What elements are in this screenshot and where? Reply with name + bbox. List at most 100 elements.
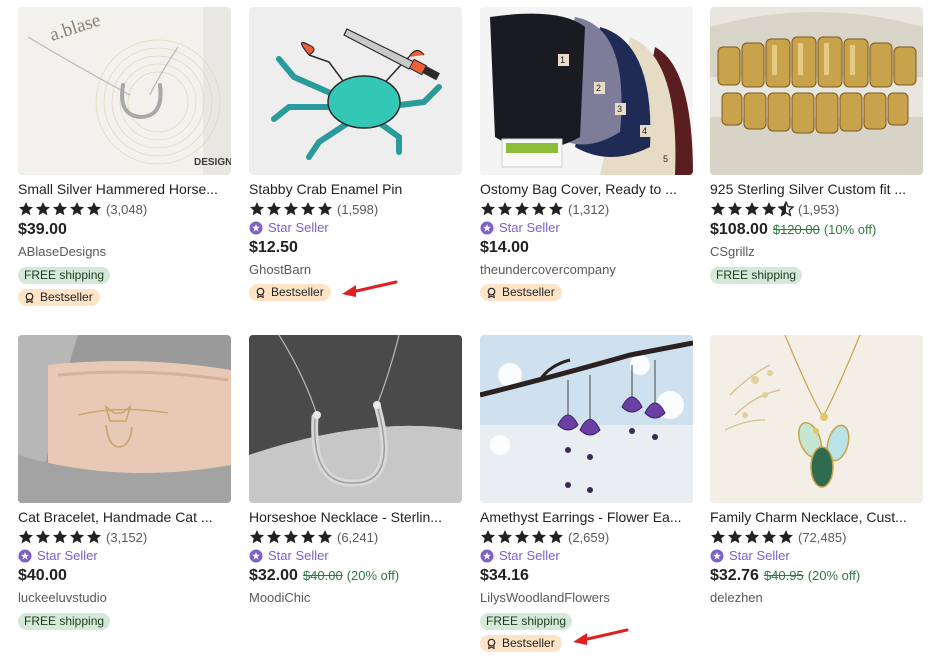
bag-number: 3 [617,104,622,114]
star-full-icon [728,202,742,216]
horseshoe-necklace-image [249,335,462,503]
listing-title[interactable]: 925 Sterling Silver Custom fit ... [710,180,923,198]
listing-title[interactable]: Stabby Crab Enamel Pin [249,180,462,198]
star-full-icon [36,202,50,216]
star-full-icon [711,530,725,544]
star-rating [249,201,333,217]
listing-card[interactable]: Horseshoe Necklace - Sterlin... (6,241) … [249,335,462,607]
listing-card[interactable]: a.blase DESIGNS Small Silver Hammered Ho… [18,7,231,308]
designs-text: DESIGNS [194,157,231,168]
listing-title[interactable]: Small Silver Hammered Horse... [18,180,231,198]
listing-image[interactable]: a.blase DESIGNS [18,7,231,175]
star-rating [480,529,564,545]
medal-icon [487,638,496,649]
medal-icon [256,287,265,298]
star-full-icon [53,530,67,544]
star-full-icon [53,202,67,216]
star-seller-icon [480,221,494,234]
rating-row: (1,598) [249,200,462,218]
price-row: $40.00 [18,567,231,587]
star-full-icon [711,202,725,216]
bestseller-badge: Bestseller [18,289,100,306]
discount-label: (10% off) [823,222,877,237]
shop-name[interactable]: GhostBarn [249,261,462,279]
star-full-icon [19,530,33,544]
shop-name[interactable]: delezhen [710,589,923,607]
medal-icon [487,287,496,298]
star-full-icon [779,530,793,544]
star-seller-icon [249,221,263,234]
listing-card[interactable]: 1 2 3 4 5 Ostomy Bag Cover, Ready to ...… [480,7,693,303]
listing-image[interactable] [249,335,462,503]
star-seller-badge: Star Seller [710,547,923,564]
bestseller-label: Bestseller [502,285,555,299]
original-price: $40.95 [763,568,804,583]
star-seller-icon [480,549,494,562]
listing-image[interactable] [710,335,923,503]
shop-name[interactable]: ABlaseDesigns [18,243,231,261]
original-price: $120.00 [772,222,820,237]
star-seller-badge: Star Seller [249,219,462,236]
listing-image[interactable]: 1 2 3 4 5 [480,7,693,175]
star-full-icon [532,530,546,544]
listing-card[interactable]: Amethyst Earrings - Flower Ea... (2,659)… [480,335,693,654]
shop-name[interactable]: theundercovercompany [480,261,693,279]
review-count: (3,152) [106,529,148,545]
listing-title[interactable]: Family Charm Necklace, Cust... [710,508,923,526]
star-full-icon [498,530,512,544]
star-full-icon [762,530,776,544]
bestseller-label: Bestseller [40,290,93,304]
amethyst-earrings-image [480,335,693,503]
price-row: $32.00 $40.00 (20% off) [249,567,462,587]
rating-row: (2,659) [480,528,693,546]
listing-title[interactable]: Cat Bracelet, Handmade Cat ... [18,508,231,526]
review-count: (72,485) [798,529,847,545]
shop-name[interactable]: MoodiChic [249,589,462,607]
star-full-icon [745,530,759,544]
listing-title[interactable]: Ostomy Bag Cover, Ready to ... [480,180,693,198]
rating-row: (3,048) [18,200,231,218]
star-seller-badge: Star Seller [249,547,462,564]
shop-name[interactable]: LilysWoodlandFlowers [480,589,693,607]
star-rating [18,201,102,217]
free-shipping-badge: FREE shipping [480,613,573,630]
bag-number: 5 [663,154,668,164]
cat-bracelet-image [18,335,231,503]
family-charm-necklace-image [710,335,923,503]
price-row: $34.16 [480,567,693,587]
annotation-arrow-icon [573,628,629,645]
star-seller-badge: Star Seller [480,219,693,236]
listing-image[interactable] [249,7,462,175]
star-seller-label: Star Seller [37,548,98,563]
free-shipping-badge: FREE shipping [18,267,111,284]
price: $14.00 [480,239,529,256]
star-seller-label: Star Seller [499,220,560,235]
listing-card[interactable]: Stabby Crab Enamel Pin (1,598) Star Sell… [249,7,462,303]
listing-image[interactable] [18,335,231,503]
price-row: $14.00 [480,239,693,259]
star-seller-badge: Star Seller [480,547,693,564]
star-seller-label: Star Seller [268,220,329,235]
star-full-icon [532,202,546,216]
star-rating [249,529,333,545]
star-full-icon [318,530,332,544]
listing-title[interactable]: Amethyst Earrings - Flower Ea... [480,508,693,526]
shop-name[interactable]: luckeeluvstudio [18,589,231,607]
listing-image[interactable] [710,7,923,175]
price: $108.00 [710,221,768,238]
rating-row: (3,152) [18,528,231,546]
shop-name[interactable]: CSgrillz [710,243,923,261]
price: $32.76 [710,567,759,584]
listing-card[interactable]: Family Charm Necklace, Cust... (72,485) … [710,335,923,607]
star-seller-label: Star Seller [268,548,329,563]
listing-card[interactable]: 925 Sterling Silver Custom fit ... (1,95… [710,7,923,284]
review-count: (2,659) [568,529,610,545]
star-full-icon [498,202,512,216]
listing-title[interactable]: Horseshoe Necklace - Sterlin... [249,508,462,526]
price-row: $39.00 [18,221,231,241]
star-full-icon [745,202,759,216]
star-full-icon [515,202,529,216]
listing-card[interactable]: Cat Bracelet, Handmade Cat ... (3,152) S… [18,335,231,630]
listing-image[interactable] [480,335,693,503]
bag-number: 4 [642,126,647,136]
